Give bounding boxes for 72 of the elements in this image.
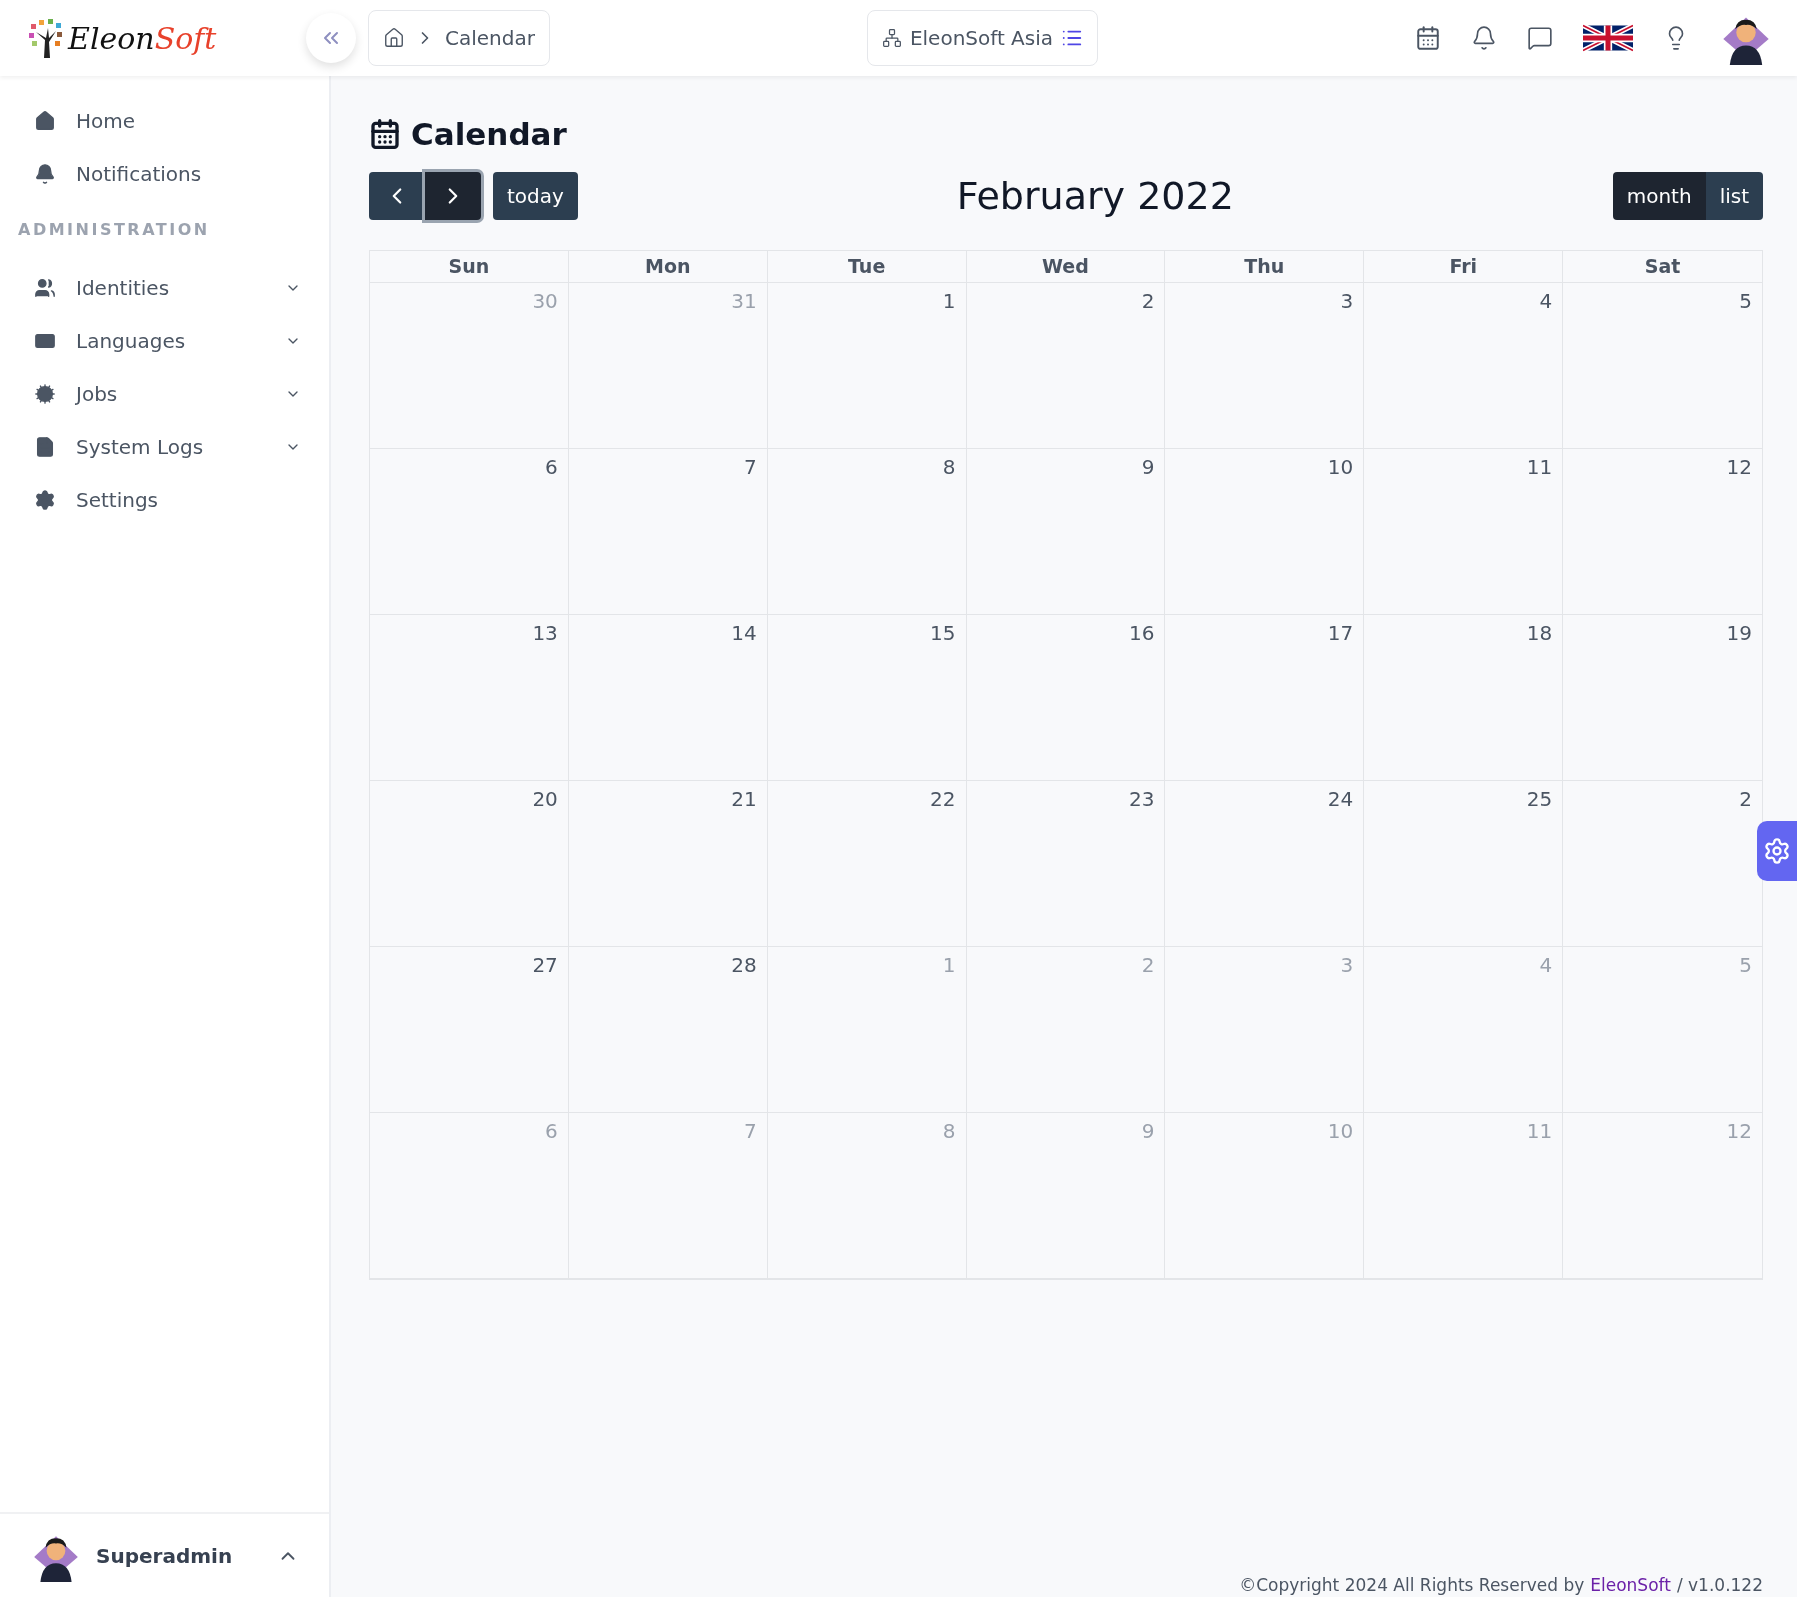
view-tab[interactable]: list xyxy=(1705,172,1763,220)
sidebar-item[interactable]: System Logs xyxy=(0,420,329,473)
home-icon[interactable] xyxy=(383,27,405,49)
day-number[interactable]: 14 xyxy=(731,621,757,645)
chat-icon[interactable] xyxy=(1527,25,1553,51)
day-number[interactable]: 20 xyxy=(532,787,558,811)
logo-tree-icon xyxy=(28,18,64,58)
day-number[interactable]: 17 xyxy=(1327,621,1354,645)
day-number[interactable]: 23 xyxy=(1128,787,1155,811)
today-button[interactable]: today xyxy=(493,172,578,220)
day-number[interactable]: 7 xyxy=(743,455,757,479)
day-number[interactable]: 10 xyxy=(1327,455,1354,479)
hierarchy-icon xyxy=(881,28,902,48)
version-text: / v1.0.122 xyxy=(1676,1575,1763,1595)
day-number[interactable]: 8 xyxy=(942,455,956,479)
day-number[interactable]: 12 xyxy=(1726,455,1752,479)
settings-button[interactable] xyxy=(1757,821,1797,881)
copyright-text: ©Copyright 2024 All Rights Reserved by xyxy=(1239,1575,1585,1595)
flag-icon[interactable] xyxy=(1583,24,1633,52)
document-icon xyxy=(34,435,56,458)
bell-icon[interactable] xyxy=(1471,25,1497,51)
company-link[interactable]: EleonSoft xyxy=(1590,1575,1671,1595)
next-button[interactable] xyxy=(425,172,481,220)
day-number[interactable]: 2 xyxy=(1739,787,1752,811)
tenant-selector[interactable]: EleonSoft Asia xyxy=(866,10,1099,66)
day-number[interactable]: 15 xyxy=(930,621,956,645)
sidebar-item[interactable]: Notifications xyxy=(0,147,329,200)
sidebar-item[interactable]: Settings xyxy=(0,473,329,526)
day-number[interactable]: 25 xyxy=(1526,787,1553,811)
users-icon xyxy=(34,276,56,299)
sidebar-item[interactable]: Jobs xyxy=(0,367,329,420)
logo-text: EleonSoft xyxy=(68,20,217,56)
calendar-title: February 2022 xyxy=(956,174,1234,218)
day-number[interactable]: 5 xyxy=(1739,289,1752,313)
day-number[interactable]: 28 xyxy=(731,953,757,977)
day-number[interactable]: 6 xyxy=(545,455,558,479)
previous-button[interactable] xyxy=(369,172,425,220)
day-number[interactable]: 27 xyxy=(532,953,558,977)
weekday-header: Fri xyxy=(1364,251,1564,283)
view-tab[interactable]: month xyxy=(1612,172,1706,220)
sidebar-item[interactable]: Identities xyxy=(0,261,329,314)
bell-icon xyxy=(34,162,56,185)
weekday-header: Sun xyxy=(370,251,569,283)
breadcrumb-current: Calendar xyxy=(445,26,535,50)
weekday-header: Mon xyxy=(568,251,768,283)
home-icon xyxy=(34,109,56,132)
section-heading: ADMINISTRATION xyxy=(17,219,211,241)
day-number[interactable]: 16 xyxy=(1128,621,1155,645)
sidebar-item[interactable]: Languages xyxy=(0,314,329,367)
sidebar-item[interactable]: Home xyxy=(0,94,329,147)
settings-icon xyxy=(1763,835,1791,867)
page-title: Calendar xyxy=(411,116,567,152)
weekday-header: Wed xyxy=(966,251,1166,283)
day-number[interactable]: 13 xyxy=(532,621,558,645)
day-number[interactable]: 21 xyxy=(731,787,757,811)
weekday-header: Tue xyxy=(767,251,967,283)
calendar-icon xyxy=(369,118,401,150)
day-number[interactable]: 9 xyxy=(1141,455,1155,479)
day-number[interactable]: 11 xyxy=(1526,455,1553,479)
weekday-header: Thu xyxy=(1165,251,1365,283)
day-number[interactable]: 2 xyxy=(1141,289,1155,313)
day-number[interactable]: 3 xyxy=(1340,289,1354,313)
day-number[interactable]: 4 xyxy=(1539,289,1553,313)
day-number[interactable]: 1 xyxy=(942,289,956,313)
day-number[interactable]: 19 xyxy=(1726,621,1752,645)
day-number[interactable]: 18 xyxy=(1526,621,1553,645)
day-number[interactable]: 22 xyxy=(930,787,956,811)
weekday-header: Sat xyxy=(1563,251,1762,283)
user-name: Superadmin xyxy=(96,1543,234,1568)
calendar-icon[interactable] xyxy=(1415,25,1441,51)
collapse-sidebar-button[interactable] xyxy=(306,13,356,63)
day-number[interactable]: 24 xyxy=(1327,787,1354,811)
